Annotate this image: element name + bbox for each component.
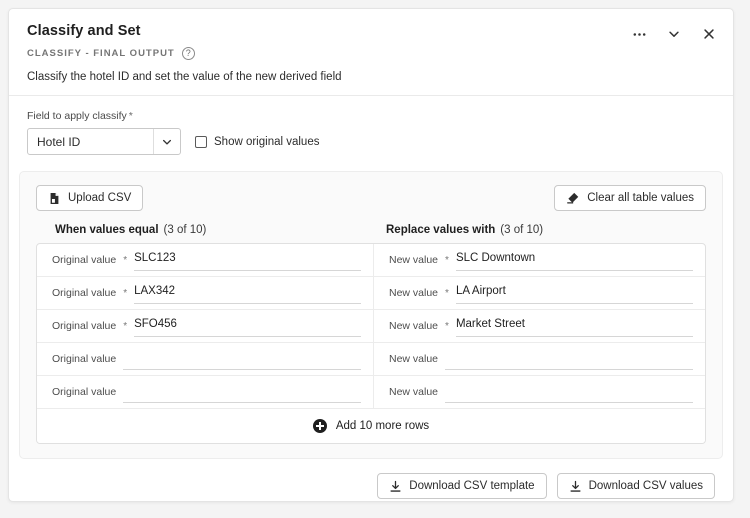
download-csv-values-label: Download CSV values [588, 480, 703, 492]
checkbox-box [195, 135, 207, 148]
field-select-value: Hotel ID [37, 134, 81, 149]
field-to-apply-classify-label: Field to apply classify * [27, 110, 715, 122]
original-value-label: Original value [52, 320, 117, 332]
header-actions [628, 23, 720, 45]
upload-csv-label: Upload CSV [68, 192, 132, 204]
mapping-panel: Upload CSV Clear all table values When v… [19, 171, 723, 459]
show-original-values-checkbox[interactable]: Show original values [195, 135, 320, 148]
original-value-input[interactable] [134, 249, 361, 271]
card-header: Classify and Set CLASSIFY - FINAL OUTPUT… [9, 9, 733, 96]
upload-csv-button[interactable]: Upload CSV [36, 185, 144, 211]
field-label-text: Field to apply classify [27, 110, 127, 122]
new-value-input[interactable] [455, 315, 693, 337]
field-select-arrow [153, 129, 180, 154]
original-value-input[interactable] [123, 348, 361, 370]
download-csv-values-button[interactable]: Download CSV values [556, 473, 715, 499]
required-asterisk: * [445, 320, 449, 332]
plus-circle-icon [312, 419, 327, 433]
table-row: Original value * New value * [37, 277, 705, 310]
classify-and-set-card: Classify and Set CLASSIFY - FINAL OUTPUT… [8, 8, 734, 502]
subtitle-row: CLASSIFY - FINAL OUTPUT ? [27, 47, 715, 60]
original-value-label: Original value [52, 353, 117, 365]
ellipsis-icon [633, 32, 645, 36]
card-footer: Download CSV template Download CSV value… [9, 459, 733, 499]
new-value-label: New value [389, 287, 439, 299]
add-more-rows-button[interactable]: Add 10 more rows [37, 409, 705, 443]
field-row: Hotel ID Show original values [27, 128, 715, 155]
new-value-cell: New value * [374, 244, 705, 276]
field-section: Field to apply classify * Hotel ID Show o… [9, 96, 733, 155]
original-value-input[interactable] [134, 315, 361, 337]
file-upload-icon [50, 192, 59, 204]
panel-toolbar: Upload CSV Clear all table values [36, 185, 706, 211]
original-value-input[interactable] [123, 381, 361, 403]
new-value-input[interactable] [445, 381, 693, 403]
replace-values-with-header: Replace values with (3 of 10) [374, 224, 543, 236]
new-value-cell: New value [374, 343, 705, 375]
when-values-equal-count: (3 of 10) [163, 224, 207, 236]
card-eyebrow-label: CLASSIFY - FINAL OUTPUT [27, 48, 175, 59]
table-row: Original value New value [37, 376, 705, 409]
original-value-cell: Original value * [37, 277, 374, 309]
required-asterisk: * [123, 254, 128, 266]
more-options-button[interactable] [628, 23, 650, 45]
original-value-label: Original value [52, 254, 117, 266]
field-select[interactable]: Hotel ID [27, 128, 181, 155]
mapping-table: Original value * New value * Original va… [36, 243, 706, 444]
clear-all-table-values-button[interactable]: Clear all table values [554, 185, 706, 211]
replace-values-with-count: (3 of 10) [500, 224, 544, 236]
new-value-input[interactable] [455, 282, 693, 304]
close-button[interactable] [698, 23, 720, 45]
new-value-label: New value [389, 386, 439, 398]
original-value-label: Original value [52, 386, 117, 398]
clear-all-table-values-label: Clear all table values [587, 192, 694, 204]
chevron-down-icon [669, 31, 679, 37]
new-value-label: New value [389, 254, 439, 266]
new-value-cell: New value [374, 376, 705, 408]
close-icon [704, 29, 714, 39]
column-headers: When values equal (3 of 10) Replace value… [36, 224, 706, 236]
original-value-cell: Original value [37, 376, 374, 408]
new-value-input[interactable] [455, 249, 693, 271]
download-csv-template-label: Download CSV template [409, 480, 535, 492]
replace-values-with-text: Replace values with [386, 224, 496, 236]
table-row: Original value * New value * [37, 244, 705, 277]
card-description: Classify the hotel ID and set the value … [27, 71, 342, 83]
original-value-cell: Original value [37, 343, 374, 375]
new-value-cell: New value * [374, 277, 705, 309]
download-icon [570, 480, 581, 492]
download-csv-template-button[interactable]: Download CSV template [377, 473, 547, 499]
download-icon [390, 480, 401, 492]
page-title: Classify and Set [27, 23, 141, 39]
original-value-label: Original value [52, 287, 117, 299]
original-value-input[interactable] [134, 282, 361, 304]
new-value-input[interactable] [445, 348, 693, 370]
table-row: Original value New value [37, 343, 705, 376]
show-original-values-label: Show original values [214, 135, 320, 148]
original-value-cell: Original value * [37, 310, 374, 342]
new-value-label: New value [389, 320, 439, 332]
eraser-icon [567, 192, 579, 204]
new-value-label: New value [389, 353, 439, 365]
when-values-equal-header: When values equal (3 of 10) [38, 224, 374, 236]
chevron-down-icon [162, 139, 172, 145]
original-value-cell: Original value * [37, 244, 374, 276]
add-more-rows-label: Add 10 more rows [335, 420, 430, 432]
question-circle-icon[interactable]: ? [181, 47, 195, 60]
collapse-button[interactable] [663, 23, 685, 45]
new-value-cell: New value * [374, 310, 705, 342]
required-asterisk: * [123, 320, 128, 332]
required-asterisk: * [128, 110, 133, 122]
required-asterisk: * [123, 287, 128, 299]
table-row: Original value * New value * [37, 310, 705, 343]
required-asterisk: * [445, 254, 449, 266]
when-values-equal-text: When values equal [55, 224, 159, 236]
required-asterisk: * [445, 287, 449, 299]
